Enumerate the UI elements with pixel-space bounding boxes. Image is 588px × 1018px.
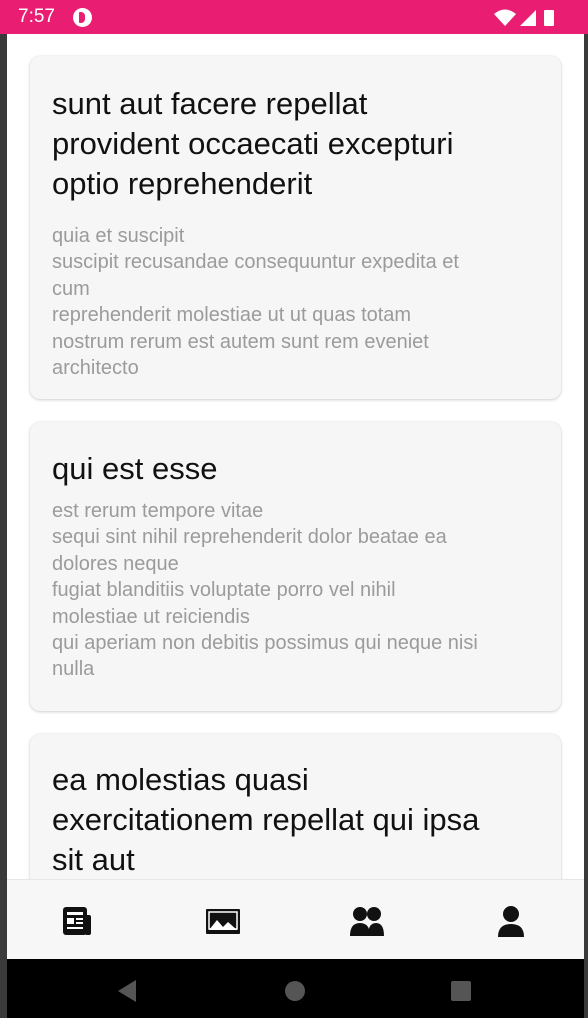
nav-posts-button[interactable]: [59, 903, 95, 939]
post-list[interactable]: sunt aut facere repellat provident occae…: [7, 34, 584, 879]
bottom-navigation: [7, 879, 584, 960]
status-icons: [494, 9, 554, 26]
home-icon[interactable]: [285, 981, 305, 1001]
status-time: 7:57: [18, 6, 55, 27]
post-title: ea molestias quasi exercitationem repell…: [52, 762, 480, 877]
article-icon: [63, 907, 91, 935]
status-bar: 7:57: [0, 0, 588, 34]
nav-photos-button[interactable]: [205, 903, 241, 939]
post-card[interactable]: qui est esse est rerum tempore vitae seq…: [30, 422, 561, 711]
post-body: quia et suscipit suscipit recusandae con…: [52, 225, 459, 380]
post-body: est rerum tempore vitae sequi sint nihil…: [52, 500, 478, 681]
nav-users-button[interactable]: [349, 903, 385, 939]
person-icon: [498, 906, 524, 937]
notification-app-icon: [73, 8, 92, 27]
post-title: qui est esse: [52, 451, 218, 486]
post-card[interactable]: ea molestias quasi exercitationem repell…: [30, 734, 561, 879]
nav-profile-button[interactable]: [493, 903, 529, 939]
people-icon: [350, 907, 384, 936]
cell-signal-icon: [520, 10, 536, 26]
post-title: sunt aut facere repellat provident occae…: [52, 86, 454, 201]
recents-icon[interactable]: [451, 981, 471, 1001]
post-card[interactable]: sunt aut facere repellat provident occae…: [30, 56, 561, 399]
battery-icon: [544, 10, 554, 26]
system-navigation-bar: [7, 959, 584, 1018]
image-icon: [206, 909, 240, 934]
back-icon[interactable]: [116, 979, 138, 1003]
wifi-icon: [494, 9, 516, 26]
